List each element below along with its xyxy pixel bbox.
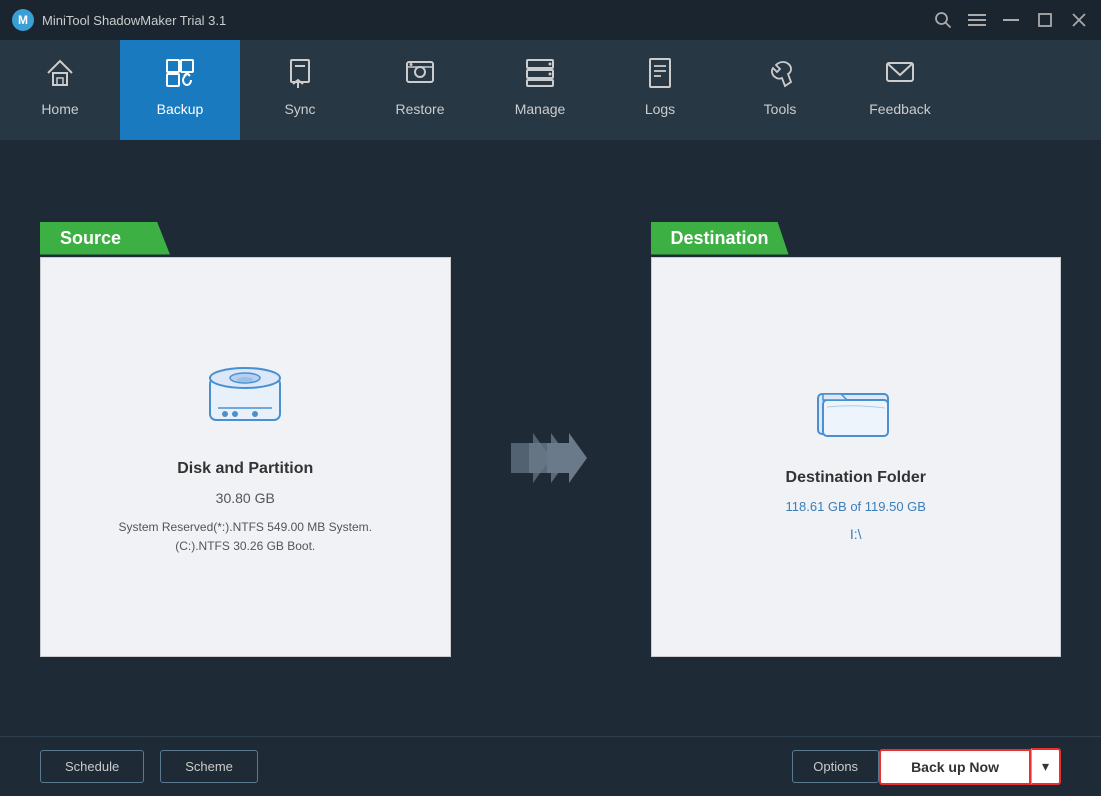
nav-restore-label: Restore [395, 101, 444, 117]
source-detail: System Reserved(*:).NTFS 549.00 MB Syste… [119, 518, 372, 556]
nav-home[interactable]: Home [0, 40, 120, 140]
title-left: M MiniTool ShadowMaker Trial 3.1 [12, 9, 226, 31]
nav-sync[interactable]: Sync [240, 40, 360, 140]
nav-logs[interactable]: Logs [600, 40, 720, 140]
source-card-body[interactable]: Disk and Partition 30.80 GB System Reser… [40, 257, 451, 657]
tools-icon [763, 56, 797, 95]
app-logo: M [12, 9, 34, 31]
sync-icon [283, 56, 317, 95]
destination-storage: 118.61 GB of 119.50 GB [786, 499, 926, 514]
destination-title: Destination [651, 222, 789, 255]
bottom-right: Options Back up Now ▾ [792, 748, 1061, 785]
schedule-button[interactable]: Schedule [40, 750, 144, 783]
nav-feedback[interactable]: Feedback [840, 40, 960, 140]
restore-icon [403, 56, 437, 95]
nav-manage-label: Manage [515, 101, 566, 117]
destination-card-body[interactable]: Destination Folder 118.61 GB of 119.50 G… [651, 257, 1062, 657]
source-label: Disk and Partition [177, 460, 313, 478]
source-size: 30.80 GB [216, 490, 275, 506]
logs-icon [643, 56, 677, 95]
menu-button[interactable] [967, 10, 987, 30]
maximize-button[interactable] [1035, 10, 1055, 30]
nav-home-label: Home [41, 101, 78, 117]
main-content: Source [0, 140, 1101, 736]
nav-logs-label: Logs [645, 101, 675, 117]
title-controls [933, 10, 1089, 30]
minimize-button[interactable] [1001, 10, 1021, 30]
manage-icon [523, 56, 557, 95]
destination-card-header: Destination [651, 219, 1062, 257]
bottom-bar: Schedule Scheme Options Back up Now ▾ [0, 736, 1101, 796]
nav-bar: Home Backup Sync [0, 40, 1101, 140]
home-icon [43, 56, 77, 95]
backup-now-button[interactable]: Back up Now [879, 749, 1031, 785]
scheme-button[interactable]: Scheme [160, 750, 258, 783]
destination-path: I:\ [850, 526, 862, 542]
nav-sync-label: Sync [284, 101, 315, 117]
nav-backup[interactable]: Backup [120, 40, 240, 140]
destination-card-wrapper: Destination Destination Folder 118.61 GB… [651, 219, 1062, 657]
source-title: Source [40, 222, 170, 255]
title-bar: M MiniTool ShadowMaker Trial 3.1 [0, 0, 1101, 40]
nav-tools[interactable]: Tools [720, 40, 840, 140]
close-button[interactable] [1069, 10, 1089, 30]
backup-icon [163, 56, 197, 95]
options-button[interactable]: Options [792, 750, 879, 783]
disk-icon [200, 358, 290, 438]
title-text: MiniTool ShadowMaker Trial 3.1 [42, 13, 226, 28]
source-card-header: Source [40, 219, 451, 257]
dropdown-button[interactable]: ▾ [1031, 748, 1061, 785]
nav-backup-label: Backup [157, 101, 204, 117]
arrow-section [511, 433, 591, 483]
bottom-left: Schedule Scheme [40, 750, 258, 783]
search-button[interactable] [933, 10, 953, 30]
folder-icon [813, 372, 898, 447]
nav-manage[interactable]: Manage [480, 40, 600, 140]
nav-restore[interactable]: Restore [360, 40, 480, 140]
source-card-wrapper: Source [40, 219, 451, 657]
feedback-icon [883, 56, 917, 95]
destination-label: Destination Folder [786, 469, 926, 487]
nav-feedback-label: Feedback [869, 101, 930, 117]
nav-tools-label: Tools [764, 101, 797, 117]
